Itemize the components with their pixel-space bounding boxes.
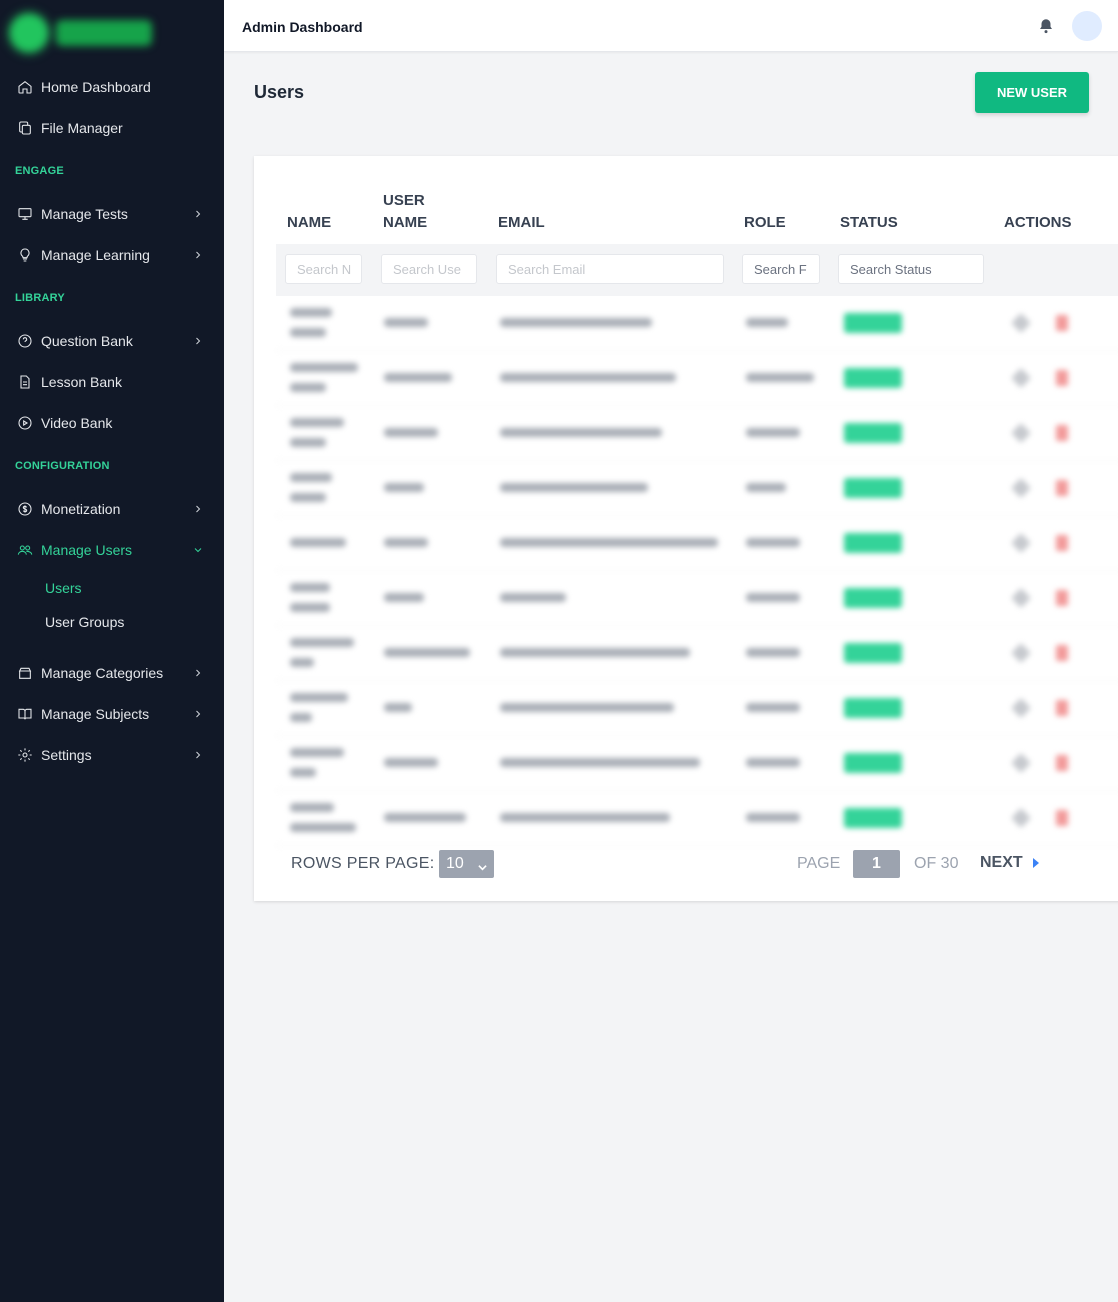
column-header-username[interactable]: USER NAME xyxy=(383,190,427,234)
column-header-status[interactable]: STATUS xyxy=(840,212,898,234)
sidebar-item-label: Video Bank xyxy=(41,415,113,431)
top-bar: Admin Dashboard xyxy=(224,0,1118,52)
sidebar-item-label: Question Bank xyxy=(41,333,133,349)
dollar-circle-icon xyxy=(16,500,34,518)
sidebar-item-label: Manage Users xyxy=(41,542,133,558)
book-open-icon xyxy=(16,705,34,723)
sidebar-item-label: Manage Tests xyxy=(41,206,128,222)
sidebar-item-file-manager[interactable]: File Manager xyxy=(0,113,224,143)
sidebar-item-label: File Manager xyxy=(41,120,123,136)
rows-per-page-value: 10 xyxy=(446,855,464,872)
section-label-configuration: CONFIGURATION xyxy=(15,460,110,472)
chevron-down-icon xyxy=(478,859,487,871)
lightbulb-icon xyxy=(16,246,34,264)
column-header-username-line1: USER xyxy=(383,192,425,209)
chevron-right-icon xyxy=(192,334,206,348)
gear-icon xyxy=(16,746,34,764)
section-label-engage: ENGAGE xyxy=(15,165,64,177)
column-header-email[interactable]: EMAIL xyxy=(498,212,545,234)
current-page-input[interactable]: 1 xyxy=(853,850,900,878)
sidebar-item-label: Manage Categories xyxy=(41,665,164,681)
column-header-actions: ACTIONS xyxy=(1004,214,1072,231)
sidebar-item-home-dashboard[interactable]: Home Dashboard xyxy=(0,72,224,102)
name-filter-input[interactable] xyxy=(285,254,362,284)
table-row[interactable] xyxy=(276,461,1118,516)
table-row[interactable] xyxy=(276,406,1118,461)
users-icon xyxy=(16,541,34,559)
sidebar-item-label: Home Dashboard xyxy=(41,79,151,95)
table-row[interactable] xyxy=(276,296,1118,351)
chevron-right-icon xyxy=(192,502,206,516)
table-row[interactable] xyxy=(276,516,1118,571)
avatar[interactable] xyxy=(1072,11,1102,41)
document-icon xyxy=(16,373,34,391)
caret-right-icon xyxy=(1032,858,1039,868)
column-header-username-line2: NAME xyxy=(383,214,428,231)
sidebar-subitem-users[interactable]: Users xyxy=(45,580,82,596)
table-row[interactable] xyxy=(276,571,1118,626)
table-row[interactable] xyxy=(276,351,1118,406)
copy-icon xyxy=(16,119,34,137)
rows-per-page-select[interactable]: 10 xyxy=(439,850,494,878)
sidebar: Home Dashboard File Manager ENGAGE Manag… xyxy=(0,0,224,1302)
sidebar-item-label: Manage Learning xyxy=(41,247,150,263)
table-row[interactable] xyxy=(276,736,1118,791)
next-page-button[interactable]: NEXT xyxy=(980,854,1040,872)
rows-per-page-label: ROWS PER PAGE: xyxy=(291,855,435,872)
sidebar-item-label: Monetization xyxy=(41,501,121,517)
sidebar-item-label: Settings xyxy=(41,747,92,763)
archive-icon xyxy=(16,664,34,682)
table-row[interactable] xyxy=(276,681,1118,736)
sidebar-subitem-user-groups[interactable]: User Groups xyxy=(45,614,124,630)
sidebar-item-monetization[interactable]: Monetization xyxy=(0,494,224,524)
sidebar-item-manage-learning[interactable]: Manage Learning xyxy=(0,240,224,270)
chevron-right-icon xyxy=(192,207,206,221)
chevron-right-icon xyxy=(192,748,206,762)
role-filter-input[interactable] xyxy=(742,254,820,284)
column-header-name[interactable]: NAME xyxy=(287,212,331,234)
home-icon xyxy=(16,78,34,96)
play-circle-icon xyxy=(16,414,34,432)
bell-icon[interactable] xyxy=(1037,17,1055,35)
filter-row xyxy=(276,244,1118,296)
brand-logo[interactable] xyxy=(10,12,160,54)
logo-wordmark xyxy=(56,20,152,46)
monitor-icon xyxy=(16,205,34,223)
table-row[interactable] xyxy=(276,626,1118,681)
question-circle-icon xyxy=(16,332,34,350)
new-user-button[interactable]: NEW USER xyxy=(975,72,1089,113)
chevron-right-icon xyxy=(192,248,206,262)
column-header-role[interactable]: ROLE xyxy=(744,212,786,234)
page-title: Users xyxy=(254,82,305,102)
sidebar-item-label: Lesson Bank xyxy=(41,374,122,390)
section-label-library: LIBRARY xyxy=(15,292,65,304)
email-filter-input[interactable] xyxy=(496,254,724,284)
chevron-down-icon xyxy=(192,543,206,557)
chevron-right-icon xyxy=(192,707,206,721)
sidebar-item-label: Manage Subjects xyxy=(41,706,150,722)
header-title: Admin Dashboard xyxy=(242,19,363,35)
sidebar-item-manage-users[interactable]: Manage Users xyxy=(0,535,224,565)
status-filter-input[interactable] xyxy=(838,254,984,284)
total-pages-label: OF 30 xyxy=(914,855,959,872)
sidebar-item-manage-tests[interactable]: Manage Tests xyxy=(0,199,224,229)
username-filter-input[interactable] xyxy=(381,254,477,284)
page-label: PAGE xyxy=(797,855,841,872)
sidebar-item-manage-subjects[interactable]: Manage Subjects xyxy=(0,699,224,729)
sidebar-item-settings[interactable]: Settings xyxy=(0,740,224,770)
sidebar-item-manage-categories[interactable]: Manage Categories xyxy=(0,658,224,688)
table-row[interactable] xyxy=(276,791,1118,846)
next-label: NEXT xyxy=(980,854,1023,871)
sidebar-item-question-bank[interactable]: Question Bank xyxy=(0,326,224,356)
logo-mark xyxy=(10,14,48,52)
sidebar-item-video-bank[interactable]: Video Bank xyxy=(0,408,224,438)
chevron-right-icon xyxy=(192,666,206,680)
sidebar-item-lesson-bank[interactable]: Lesson Bank xyxy=(0,367,224,397)
users-table-card: NAME USER NAME EMAIL ROLE STATUS ACTIONS xyxy=(254,156,1118,901)
